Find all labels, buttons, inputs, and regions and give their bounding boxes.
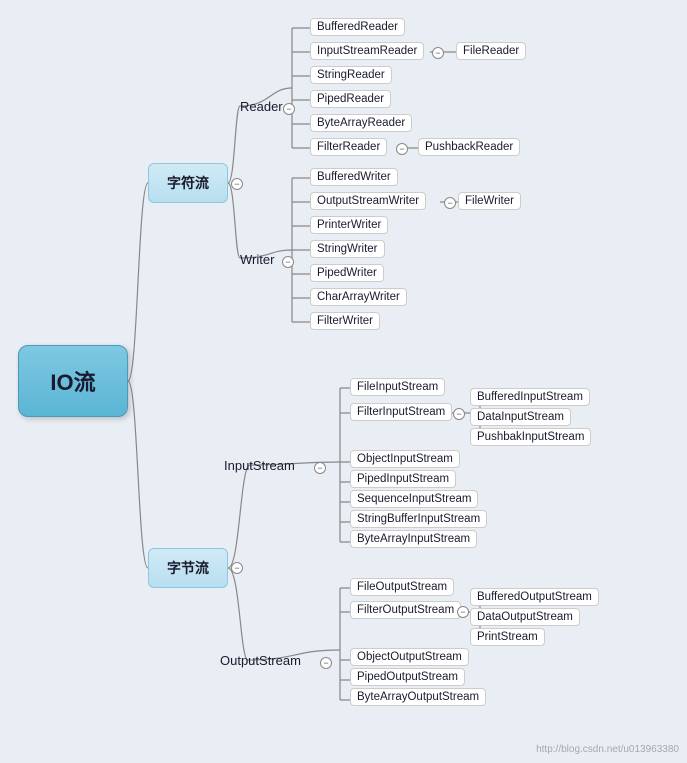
collapse-outputstreamwriter[interactable]: − bbox=[444, 197, 456, 209]
leaf-filteroutputstream: FilterOutputStream bbox=[350, 601, 461, 619]
leaf-bufferedreader: BufferedReader bbox=[310, 18, 405, 36]
collapse-outputstream[interactable]: − bbox=[320, 657, 332, 669]
leaf-stringreader: StringReader bbox=[310, 66, 392, 84]
leaf-objectinputstream: ObjectInputStream bbox=[350, 450, 460, 468]
cat-node-byte: 字节流 bbox=[148, 548, 228, 588]
leaf-pipedoutputstream: PipedOutputStream bbox=[350, 668, 465, 686]
leaf-pushbackreader: PushbackReader bbox=[418, 138, 520, 156]
mindmap-container: IO流 字符流 − 字节流 − Reader − Writer − InputS… bbox=[0, 0, 687, 763]
sub-cat-reader: Reader bbox=[240, 99, 283, 114]
leaf-filterreader: FilterReader bbox=[310, 138, 387, 156]
leaf-filereader: FileReader bbox=[456, 42, 526, 60]
leaf-bufferedinputstream: BufferedInputStream bbox=[470, 388, 590, 406]
sub-cat-outputstream: OutputStream bbox=[220, 653, 301, 668]
collapse-char[interactable]: − bbox=[231, 178, 243, 190]
root-node: IO流 bbox=[18, 345, 128, 417]
sub-cat-writer: Writer bbox=[240, 252, 274, 267]
sub-cat-inputstream: InputStream bbox=[224, 458, 295, 473]
leaf-filterinputstream: FilterInputStream bbox=[350, 403, 452, 421]
collapse-filteroutputstream[interactable]: − bbox=[457, 606, 469, 618]
leaf-pipedwriter: PipedWriter bbox=[310, 264, 384, 282]
leaf-printerwriter: PrinterWriter bbox=[310, 216, 388, 234]
leaf-inputstreamreader: InputStreamReader bbox=[310, 42, 424, 60]
leaf-dataoutputstream: DataOutputStream bbox=[470, 608, 580, 626]
leaf-bytearrayoutputstream: ByteArrayOutputStream bbox=[350, 688, 486, 706]
leaf-fileinputstream: FileInputStream bbox=[350, 378, 445, 396]
leaf-stringbufferinputstream: StringBufferInputStream bbox=[350, 510, 487, 528]
collapse-inputstream[interactable]: − bbox=[314, 462, 326, 474]
leaf-pipedreader: PipedReader bbox=[310, 90, 391, 108]
leaf-filterwriter: FilterWriter bbox=[310, 312, 380, 330]
leaf-bufferedoutputstream: BufferedOutputStream bbox=[470, 588, 599, 606]
leaf-bufferedwriter: BufferedWriter bbox=[310, 168, 398, 186]
leaf-stringwriter: StringWriter bbox=[310, 240, 385, 258]
leaf-bytearrayreader: ByteArrayReader bbox=[310, 114, 412, 132]
collapse-reader[interactable]: − bbox=[283, 103, 295, 115]
leaf-pipedinputstream: PipedInputStream bbox=[350, 470, 456, 488]
collapse-filterinputstream[interactable]: − bbox=[453, 408, 465, 420]
leaf-chararraywriter: CharArrayWriter bbox=[310, 288, 407, 306]
leaf-outputstreamwriter: OutputStreamWriter bbox=[310, 192, 426, 210]
leaf-printstream: PrintStream bbox=[470, 628, 545, 646]
collapse-writer[interactable]: − bbox=[282, 256, 294, 268]
collapse-filterreader[interactable]: − bbox=[396, 143, 408, 155]
cat-node-char: 字符流 bbox=[148, 163, 228, 203]
leaf-filewriter: FileWriter bbox=[458, 192, 521, 210]
leaf-sequenceinputstream: SequenceInputStream bbox=[350, 490, 478, 508]
leaf-datainputstream: DataInputStream bbox=[470, 408, 571, 426]
leaf-bytearrayinputstream: ByteArrayInputStream bbox=[350, 530, 477, 548]
collapse-inputstreamreader[interactable]: − bbox=[432, 47, 444, 59]
leaf-fileoutputstream: FileOutputStream bbox=[350, 578, 454, 596]
leaf-pushbakinputstream: PushbakInputStream bbox=[470, 428, 591, 446]
watermark: http://blog.csdn.net/u013963380 bbox=[536, 744, 679, 755]
collapse-byte[interactable]: − bbox=[231, 562, 243, 574]
leaf-objectoutputstream: ObjectOutputStream bbox=[350, 648, 469, 666]
